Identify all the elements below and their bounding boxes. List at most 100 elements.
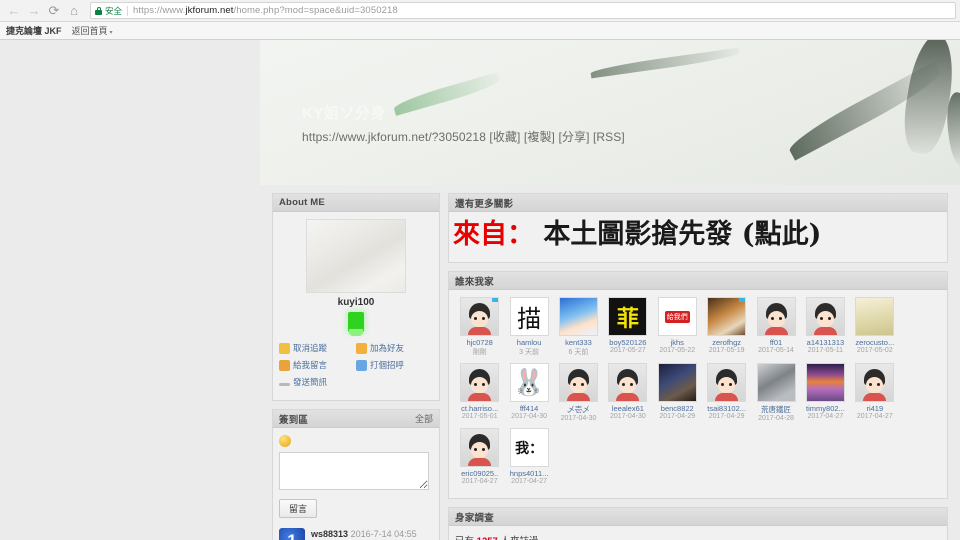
smiley-icon[interactable] bbox=[279, 435, 291, 447]
visitor-name[interactable]: boy520126 bbox=[603, 338, 652, 347]
visitor-item[interactable]: 描 hamlou 3 天前 bbox=[504, 297, 553, 357]
visitor-item[interactable]: leealex61 2017-04-30 bbox=[603, 363, 652, 422]
home-icon[interactable]: ⌂ bbox=[64, 2, 84, 20]
visitor-name[interactable]: leealex61 bbox=[603, 404, 652, 413]
visitor-name[interactable]: 荒唐鐵匠 bbox=[751, 404, 800, 415]
copy-link[interactable]: [複製] bbox=[524, 130, 555, 144]
visitor-name[interactable]: 乄壱乄 bbox=[554, 404, 603, 415]
visitor-avatar[interactable]: 我： bbox=[509, 428, 549, 467]
eyes-shape bbox=[474, 448, 486, 451]
visitor-avatar[interactable]: 描 bbox=[509, 297, 549, 336]
visitor-item[interactable]: 我： hnps4011... 2017-04-27 bbox=[504, 428, 553, 485]
visitor-item[interactable]: zerofhgz 2017-05-19 bbox=[702, 297, 751, 357]
visitor-avatar[interactable]: 🐰 bbox=[509, 363, 549, 402]
promo-red-text: 來自： bbox=[453, 219, 534, 250]
bookmark-home[interactable]: 返回首頁 ▾ bbox=[72, 24, 113, 37]
visitor-name[interactable]: jkhs bbox=[653, 338, 702, 347]
avatar-glyph: 菲 bbox=[616, 305, 639, 332]
browser-window: ← → ⟳ ⌂ 安全 https://www.jkforum.net/home.… bbox=[0, 0, 960, 540]
link-send-pm[interactable]: 發送簡訊 bbox=[279, 376, 433, 388]
visitor-avatar[interactable] bbox=[855, 363, 895, 402]
message-input[interactable] bbox=[279, 452, 429, 490]
visitor-avatar[interactable]: 給我們 bbox=[657, 297, 697, 336]
visitor-name[interactable]: hnps4011... bbox=[504, 469, 553, 478]
visitor-avatar[interactable] bbox=[657, 363, 697, 402]
visitor-name[interactable]: ff01 bbox=[751, 338, 800, 347]
visitor-item[interactable]: 乄壱乄 2017-04-30 bbox=[554, 363, 603, 422]
visitor-item[interactable]: 🐰 fff414 2017-04-30 bbox=[504, 363, 553, 422]
visitor-avatar[interactable] bbox=[460, 428, 500, 467]
comment-avatar[interactable]: 1 bbox=[279, 528, 305, 540]
visitor-item[interactable]: tsai83102... 2017-04-29 bbox=[702, 363, 751, 422]
visitor-item[interactable]: benc8822 2017-04-29 bbox=[653, 363, 702, 422]
visitor-item[interactable]: ct.harriso... 2017-05-01 bbox=[455, 363, 504, 422]
visitor-item[interactable]: kent333 6 天前 bbox=[554, 297, 603, 357]
visitor-avatar[interactable] bbox=[558, 297, 598, 336]
link-say-hi[interactable]: 打個招呼 bbox=[356, 359, 433, 371]
profile-url: https://www.jkforum.net/?3050218 bbox=[302, 130, 486, 144]
reload-icon[interactable]: ⟳ bbox=[44, 2, 64, 20]
visitor-avatar[interactable]: 菲 bbox=[608, 297, 648, 336]
shirt-shape bbox=[468, 458, 492, 466]
bookmark-jkf[interactable]: 捷克論壇 JKF bbox=[6, 24, 62, 37]
comment-body: ws88313 2016-7-14 04:55 你得檔 bbox=[311, 528, 417, 540]
leaf-decoration-2 bbox=[590, 47, 740, 79]
visitor-name[interactable]: zerofhgz bbox=[702, 338, 751, 347]
link-add-friend[interactable]: 加為好友 bbox=[356, 342, 433, 354]
medal-icon bbox=[348, 312, 364, 336]
promo-body[interactable]: 來自： 本土圖影搶先發 (點此) bbox=[449, 212, 947, 262]
visitor-name[interactable]: zerocusto... bbox=[850, 338, 899, 347]
submit-message-button[interactable]: 留言 bbox=[279, 499, 318, 518]
comment-author[interactable]: ws88313 bbox=[311, 529, 348, 539]
visitor-item[interactable]: ff01 2017-05-14 bbox=[751, 297, 800, 357]
visitor-avatar[interactable] bbox=[707, 297, 747, 336]
rss-link[interactable]: [RSS] bbox=[593, 130, 625, 144]
comment-item: 1 ws88313 2016-7-14 04:55 你得檔 bbox=[279, 528, 433, 540]
visitor-item[interactable]: hjc0728 剛剛 bbox=[455, 297, 504, 357]
avatar[interactable] bbox=[306, 219, 406, 293]
visitor-avatar[interactable] bbox=[805, 363, 845, 402]
visitor-avatar[interactable] bbox=[855, 297, 895, 336]
visitor-avatar[interactable] bbox=[608, 363, 648, 402]
about-me-title: About ME bbox=[279, 197, 325, 208]
visitor-avatar[interactable] bbox=[805, 297, 845, 336]
visitor-name[interactable]: eric09025.. bbox=[455, 469, 504, 478]
promo-line[interactable]: 來自： 本土圖影搶先發 (點此) bbox=[453, 218, 943, 252]
visitor-name[interactable]: benc8822 bbox=[653, 404, 702, 413]
address-bar[interactable]: 安全 https://www.jkforum.net/home.php?mod=… bbox=[90, 2, 956, 19]
visitor-item[interactable]: 菲 boy520126 2017-05-27 bbox=[603, 297, 652, 357]
visitor-avatar[interactable] bbox=[460, 363, 500, 402]
visitor-item[interactable]: zerocusto... 2017-05-02 bbox=[850, 297, 899, 357]
visitor-count-line: 已有 1257 人來訪過 bbox=[455, 533, 941, 540]
visitor-avatar[interactable] bbox=[756, 363, 796, 402]
visitor-item[interactable]: ri419 2017-04-27 bbox=[850, 363, 899, 422]
visitor-name[interactable]: ri419 bbox=[850, 404, 899, 413]
visitor-name[interactable]: hamlou bbox=[504, 338, 553, 347]
visitor-avatar[interactable] bbox=[558, 363, 598, 402]
sign-in-more-link[interactable]: 全部 bbox=[415, 412, 433, 425]
visitor-item[interactable]: 給我們 jkhs 2017-05-22 bbox=[653, 297, 702, 357]
share-link[interactable]: [分享] bbox=[558, 130, 589, 144]
forward-icon[interactable]: → bbox=[24, 2, 44, 20]
shirt-shape bbox=[468, 327, 492, 335]
visitor-item[interactable]: eric09025.. 2017-04-27 bbox=[455, 428, 504, 485]
visitor-name[interactable]: a14131313 bbox=[801, 338, 850, 347]
link-unfollow[interactable]: 取消追蹤 bbox=[279, 342, 356, 354]
visitor-item[interactable]: timmy802... 2017-04-27 bbox=[801, 363, 850, 422]
visitor-avatar[interactable] bbox=[707, 363, 747, 402]
visitor-avatar[interactable] bbox=[460, 297, 500, 336]
visitor-name[interactable]: hjc0728 bbox=[455, 338, 504, 347]
back-icon[interactable]: ← bbox=[4, 2, 24, 20]
visitor-name[interactable]: fff414 bbox=[504, 404, 553, 413]
link-leave-message[interactable]: 給我留言 bbox=[279, 359, 356, 371]
visitor-name[interactable]: ct.harriso... bbox=[455, 404, 504, 413]
collect-link[interactable]: [收藏] bbox=[489, 130, 520, 144]
visitor-name[interactable]: tsai83102... bbox=[702, 404, 751, 413]
link-label: 加為好友 bbox=[370, 343, 405, 353]
visitor-item[interactable]: a14131313 2017-05-11 bbox=[801, 297, 850, 357]
visitor-name[interactable]: timmy802... bbox=[801, 404, 850, 413]
visitor-date: 2017-04-30 bbox=[560, 415, 597, 422]
visitor-name[interactable]: kent333 bbox=[554, 338, 603, 347]
visitor-avatar[interactable] bbox=[756, 297, 796, 336]
visitor-item[interactable]: 荒唐鐵匠 2017-04-28 bbox=[751, 363, 800, 422]
